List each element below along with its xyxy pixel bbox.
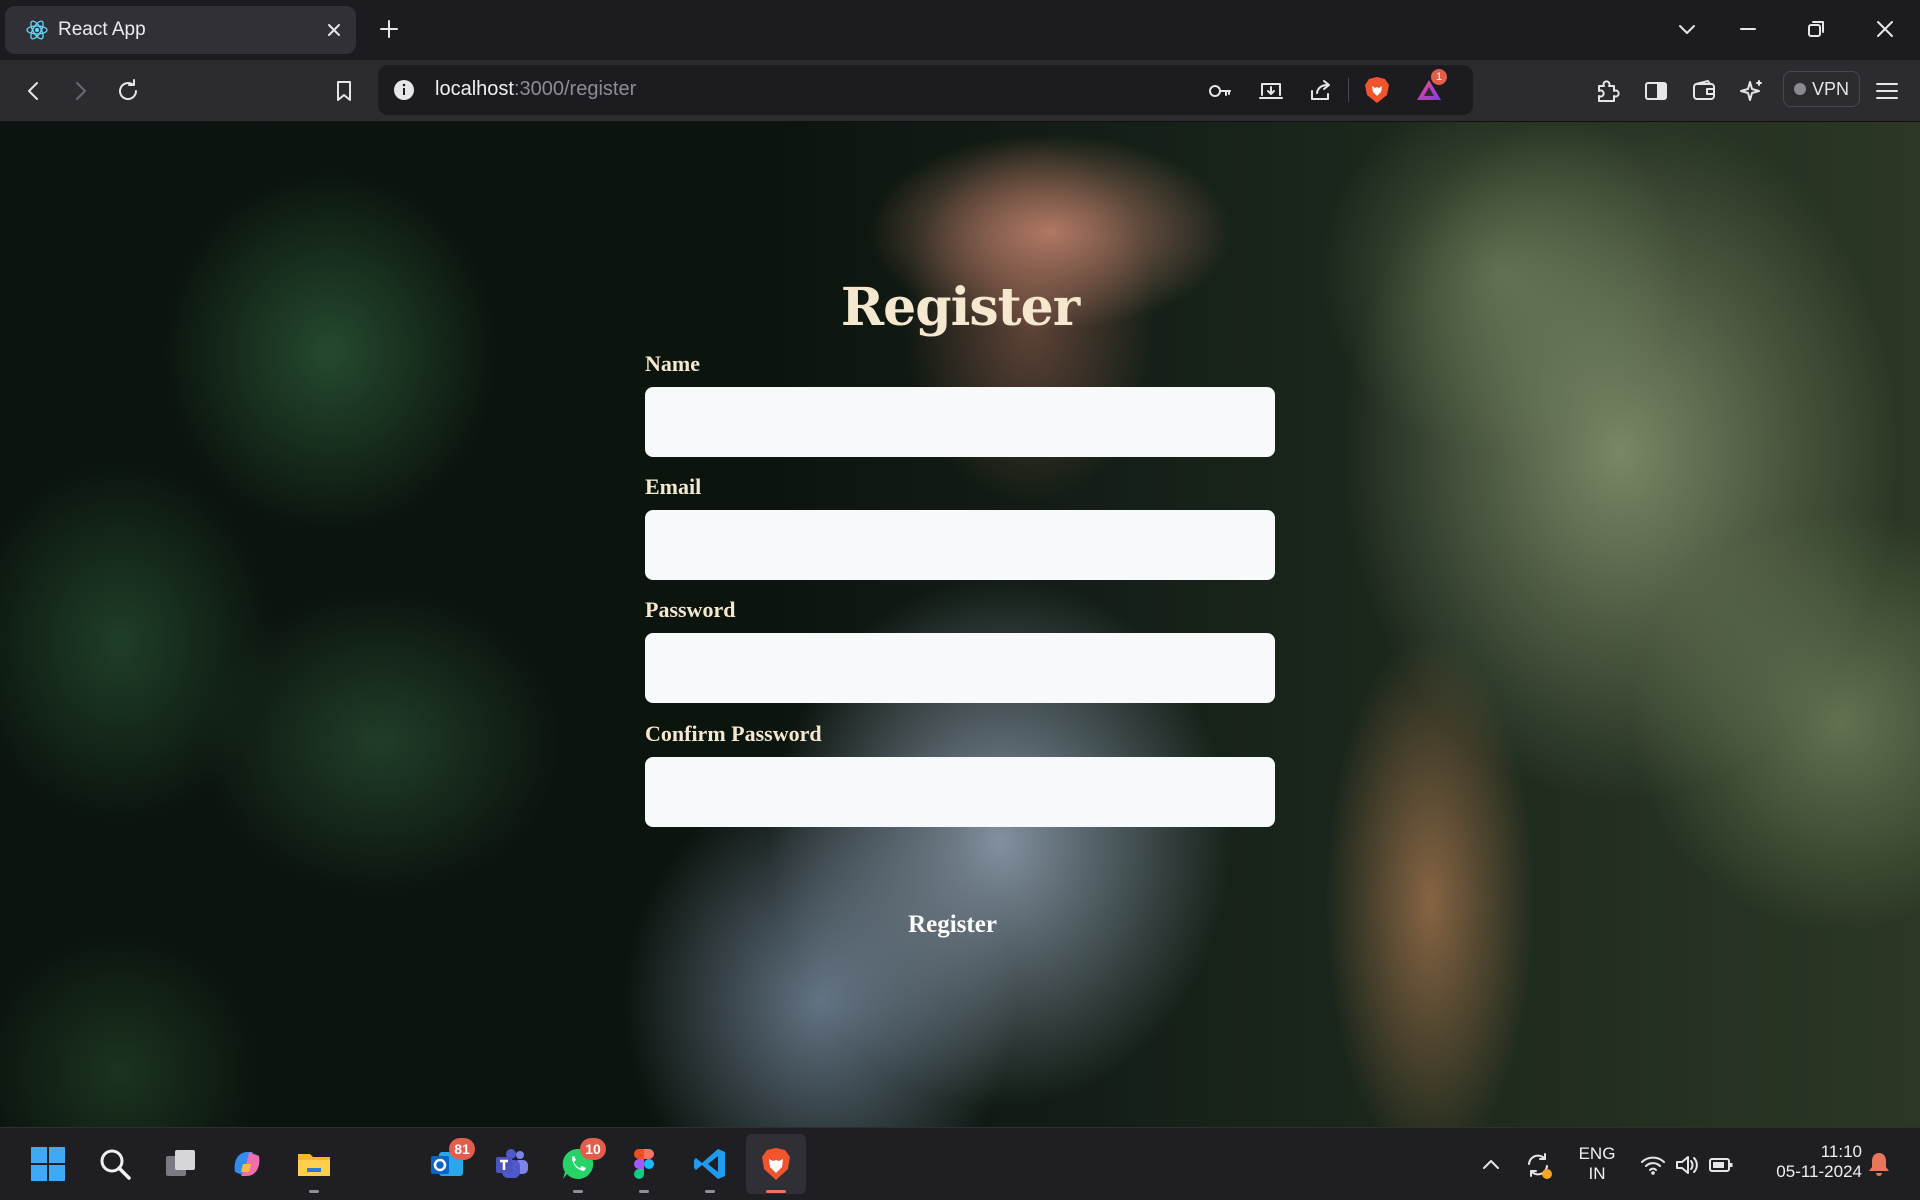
password-input[interactable]: [645, 633, 1275, 703]
teams-icon: [496, 1149, 528, 1178]
volume-icon: [1676, 1156, 1698, 1174]
react-logo-icon: [26, 20, 48, 40]
email-input[interactable]: [645, 510, 1275, 580]
extensions-puzzle-icon[interactable]: [1594, 77, 1622, 105]
running-indicator: [705, 1190, 715, 1193]
copilot-icon: [234, 1152, 260, 1176]
outlook-button[interactable]: 81: [423, 1138, 475, 1188]
clock-button[interactable]: 11:10 05-11-2024: [1752, 1142, 1862, 1182]
quick-settings-button[interactable]: [1636, 1150, 1736, 1180]
tab-title: React App: [58, 19, 146, 40]
vpn-status-dot: [1793, 83, 1806, 95]
clock-time: 11:10: [1820, 1142, 1862, 1161]
teams-button[interactable]: [488, 1140, 536, 1188]
url-host: localhost: [435, 78, 514, 100]
notification-bell-icon[interactable]: [1866, 1150, 1892, 1178]
start-button[interactable]: [24, 1140, 72, 1188]
figma-icon: [634, 1149, 654, 1179]
task-view-button[interactable]: [157, 1140, 205, 1188]
register-button[interactable]: Register: [880, 902, 1025, 948]
confirm-password-input[interactable]: [645, 757, 1275, 827]
wallet-icon[interactable]: [1690, 77, 1718, 105]
whatsapp-button[interactable]: 10: [554, 1138, 606, 1193]
vscode-icon: [694, 1149, 725, 1179]
folder-icon: [298, 1154, 330, 1176]
forward-arrow-icon[interactable]: [66, 77, 94, 105]
language-code: ENG: [1578, 1144, 1616, 1163]
tab-strip: React App: [0, 0, 1920, 60]
background-photo: [0, 122, 1920, 1127]
vscode-button[interactable]: [686, 1140, 734, 1193]
show-hidden-icons-chevron-icon[interactable]: [1480, 1154, 1502, 1176]
confirm-password-label: Confirm Password: [645, 721, 822, 746]
running-indicator: [573, 1190, 583, 1193]
email-label: Email: [645, 474, 702, 499]
brave-shields-icon[interactable]: [1363, 75, 1391, 105]
taskbar-search-button[interactable]: [91, 1140, 139, 1188]
url-path: :3000/register: [513, 78, 637, 100]
leo-ai-sparkle-icon[interactable]: [1738, 77, 1766, 105]
restore-window-icon[interactable]: [1803, 16, 1829, 42]
battery-icon: [1709, 1158, 1733, 1172]
rewards-badge: 1: [1431, 69, 1447, 85]
running-indicator-active: [766, 1190, 786, 1193]
name-input[interactable]: [645, 387, 1275, 457]
sidebar-toggle-icon[interactable]: [1642, 77, 1670, 105]
minimize-window-icon[interactable]: [1735, 16, 1761, 42]
windows-logo-icon: [31, 1147, 65, 1181]
running-indicator: [309, 1190, 319, 1193]
windows-taskbar: 81 10 ENG IN 11:10 05-11-2024: [0, 1127, 1920, 1200]
sync-status-icon[interactable]: [1523, 1150, 1553, 1180]
vpn-label: VPN: [1811, 78, 1849, 99]
copilot-button[interactable]: [223, 1140, 271, 1188]
clock-date: 05-11-2024: [1776, 1162, 1862, 1181]
password-key-icon[interactable]: [1207, 78, 1233, 104]
share-icon[interactable]: [1308, 77, 1334, 103]
reload-icon[interactable]: [114, 77, 142, 105]
browser-tab-active[interactable]: React App: [5, 6, 356, 54]
url-divider: [1348, 78, 1349, 102]
search-icon: [100, 1149, 131, 1180]
outlook-badge: 81: [449, 1138, 475, 1160]
bookmark-icon[interactable]: [330, 77, 358, 105]
close-window-icon[interactable]: [1872, 16, 1898, 42]
close-tab-icon[interactable]: [324, 20, 344, 40]
hamburger-menu-icon[interactable]: [1873, 77, 1901, 105]
vpn-button[interactable]: VPN: [1783, 71, 1860, 107]
address-bar[interactable]: localhost:3000/register 1: [378, 65, 1473, 115]
brave-browser-button[interactable]: [752, 1140, 800, 1193]
running-indicator: [639, 1190, 649, 1193]
input-language-button[interactable]: ENG IN: [1574, 1144, 1620, 1184]
install-app-icon[interactable]: [1258, 78, 1284, 104]
page-title: Register: [840, 277, 1080, 338]
brave-lion-icon: [762, 1148, 790, 1180]
back-arrow-icon[interactable]: [20, 77, 48, 105]
new-tab-plus-icon[interactable]: [378, 18, 400, 40]
site-info-icon[interactable]: [392, 78, 416, 102]
password-label: Password: [645, 597, 736, 622]
figma-button[interactable]: [620, 1140, 668, 1193]
whatsapp-badge: 10: [580, 1138, 606, 1160]
task-view-icon: [166, 1150, 195, 1176]
browser-toolbar: localhost:3000/register 1 VPN: [0, 60, 1920, 122]
name-label: Name: [645, 351, 700, 376]
language-region: IN: [1588, 1164, 1606, 1183]
url-text[interactable]: localhost:3000/register: [435, 78, 636, 101]
file-explorer-button[interactable]: [290, 1140, 338, 1193]
wifi-icon: [1641, 1156, 1665, 1175]
tab-search-chevron-icon[interactable]: [1674, 16, 1700, 42]
page-viewport: Register Name Email Password Confirm Pas…: [0, 122, 1920, 1127]
